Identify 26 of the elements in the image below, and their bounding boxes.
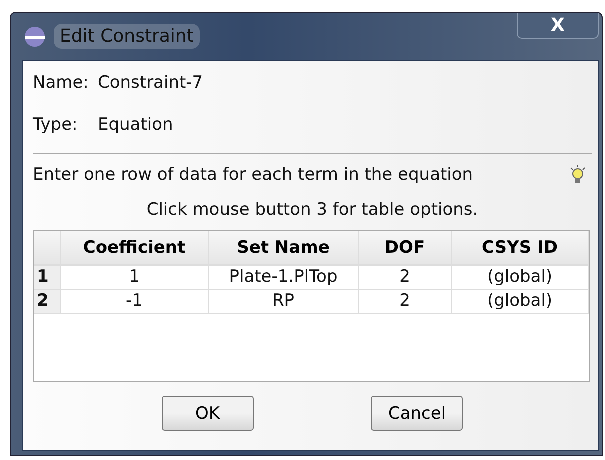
hint-text: Click mouse button 3 for table options. — [146, 200, 480, 220]
app-icon — [24, 26, 46, 48]
column-header[interactable]: DOF — [358, 231, 452, 265]
field-value: Equation — [98, 115, 174, 135]
column-header[interactable]: Coefficient — [60, 231, 208, 265]
table-cell[interactable]: Plate-1.PlTop — [208, 265, 358, 289]
ok-button[interactable]: OK — [162, 396, 254, 431]
field-label: Type: — [33, 115, 79, 135]
field-value: Constraint-7 — [98, 73, 204, 93]
table-cell[interactable]: 2 — [358, 265, 452, 289]
table-cell[interactable]: (global) — [452, 265, 588, 289]
close-button[interactable]: X — [517, 13, 599, 39]
cancel-button[interactable]: Cancel — [371, 396, 464, 431]
row-number: 2 — [34, 289, 60, 313]
lightbulb-icon[interactable] — [570, 165, 586, 185]
field-label: Name: — [33, 73, 90, 93]
table-cell[interactable]: 2 — [358, 289, 452, 313]
window-title: Edit Constraint — [54, 24, 200, 49]
column-header[interactable]: Set Name — [208, 231, 358, 265]
table-cell[interactable]: 1 — [60, 265, 208, 289]
instruction-text: Enter one row of data for each term in the equation — [33, 165, 474, 185]
column-header[interactable]: CSYS ID — [452, 231, 588, 265]
table-cell[interactable]: -1 — [60, 289, 208, 313]
row-number: 1 — [34, 265, 60, 289]
table-cell[interactable]: RP — [208, 289, 358, 313]
table-cell[interactable]: (global) — [452, 289, 588, 313]
